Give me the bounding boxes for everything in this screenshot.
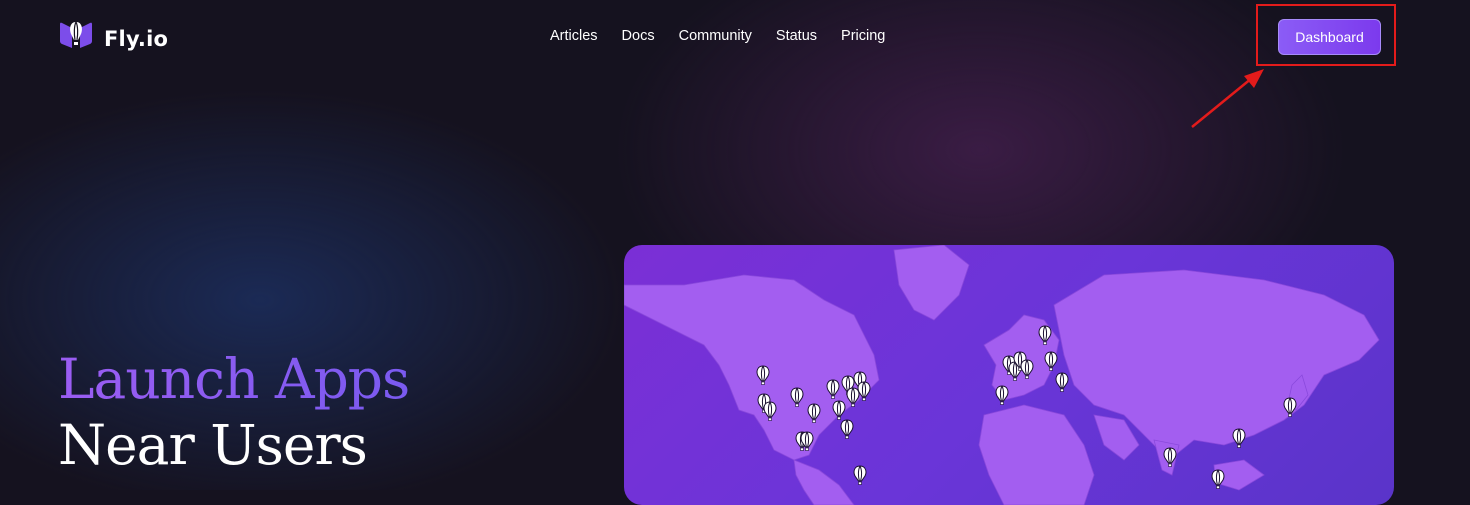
- nav-pricing[interactable]: Pricing: [841, 28, 885, 44]
- annotation-arrow-icon: [1191, 69, 1264, 128]
- balloon-pin-icon: [995, 385, 1009, 405]
- balloon-pin-icon: [1211, 469, 1225, 489]
- hero-line-1: Launch Apps: [58, 347, 410, 411]
- world-map: [624, 245, 1394, 505]
- balloon-pin-icon: [840, 419, 854, 439]
- balloon-pin-icon: [1055, 372, 1069, 392]
- fly-balloon-logo-icon: [58, 20, 94, 57]
- hero-heading: Launch Apps Near Users: [58, 346, 410, 478]
- hero-line-2: Near Users: [58, 413, 368, 477]
- balloon-pin-icon: [1232, 428, 1246, 448]
- main-nav: Articles Docs Community Status Pricing: [550, 28, 885, 44]
- balloon-pin-icon: [853, 465, 867, 485]
- nav-docs[interactable]: Docs: [622, 28, 655, 44]
- nav-articles[interactable]: Articles: [550, 28, 598, 44]
- nav-status[interactable]: Status: [776, 28, 817, 44]
- annotation-highlight-box: [1256, 4, 1396, 66]
- brand-name: Fly.io: [104, 26, 169, 51]
- nav-community[interactable]: Community: [679, 28, 752, 44]
- brand-logo[interactable]: Fly.io: [58, 20, 168, 57]
